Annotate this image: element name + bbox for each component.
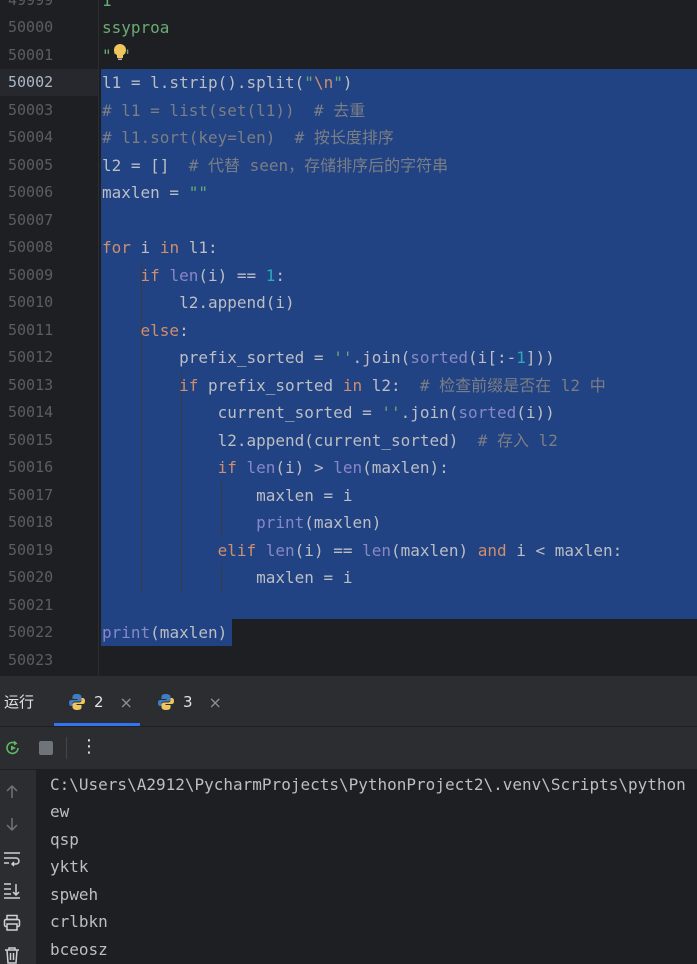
run-tab-label: 2 — [94, 693, 104, 711]
code-line[interactable]: 1 — [102, 0, 112, 14]
console-line: ew — [50, 802, 70, 821]
line-number: 50013 — [8, 376, 54, 394]
code-line[interactable]: print(maxlen) — [102, 619, 227, 646]
line-number: 50005 — [8, 156, 54, 174]
line-number: 50008 — [8, 238, 54, 256]
line-number: 50006 — [8, 183, 54, 201]
console-line: C:\Users\A2912\PycharmProjects\PythonPro… — [50, 775, 686, 794]
line-number: 50010 — [8, 293, 54, 311]
line-number: 50003 — [8, 101, 54, 119]
code-line[interactable]: if len(i) == 1: — [102, 262, 286, 289]
lightbulb-icon[interactable] — [112, 43, 128, 61]
line-number: 50001 — [8, 46, 54, 64]
code-line[interactable]: print(maxlen) — [102, 509, 381, 536]
down-arrow-icon[interactable] — [4, 816, 20, 832]
console-line: yktk — [50, 857, 89, 876]
run-panel-title: 运行 — [4, 693, 35, 711]
more-options-icon[interactable]: ⋮ — [80, 736, 98, 757]
rerun-icon[interactable] — [4, 739, 22, 757]
close-icon[interactable]: × — [120, 693, 133, 712]
line-number: 49999 — [8, 0, 54, 9]
code-line[interactable]: l2.append(i) — [102, 289, 295, 316]
run-tab-3[interactable]: 3 × — [157, 686, 222, 718]
line-number: 50004 — [8, 128, 54, 146]
code-line[interactable]: current_sorted = ''.join(sorted(i)) — [102, 399, 555, 426]
console-line: bceosz — [50, 940, 108, 959]
console-line: crlbkn — [50, 912, 108, 931]
code-line[interactable]: # l1 = list(set(l1)) # 去重 — [102, 97, 365, 124]
run-tab-label: 3 — [183, 693, 193, 711]
console-side-toolbar — [0, 770, 36, 964]
code-line[interactable]: for i in l1: — [102, 234, 218, 261]
code-line[interactable]: l1 = l.strip().split("\n") — [102, 69, 352, 96]
line-number: 50022 — [8, 623, 54, 641]
code-line[interactable]: l2 = [] # 代替 seen，存储排序后的字符串 — [102, 152, 448, 179]
stop-icon[interactable] — [38, 740, 54, 756]
console-line: qsp — [50, 830, 79, 849]
line-number: 50000 — [8, 18, 54, 36]
code-line[interactable]: l2.append(current_sorted) # 存入 l2 — [102, 427, 558, 454]
line-number: 50021 — [8, 596, 54, 614]
soft-wrap-icon[interactable] — [3, 850, 21, 868]
code-line[interactable]: else: — [102, 317, 189, 344]
python-icon — [69, 694, 85, 710]
code-line[interactable]: maxlen = i — [102, 564, 352, 591]
code-line[interactable]: if len(i) > len(maxlen): — [102, 454, 449, 481]
line-number: 50016 — [8, 458, 54, 476]
line-number: 50009 — [8, 266, 54, 284]
console-output[interactable]: C:\Users\A2912\PycharmProjects\PythonPro… — [36, 770, 697, 964]
code-line[interactable]: prefix_sorted = ''.join(sorted(i[:-1])) — [102, 344, 555, 371]
line-number: 50012 — [8, 348, 54, 366]
code-line[interactable]: maxlen = i — [102, 482, 352, 509]
line-number: 50018 — [8, 513, 54, 531]
line-number: 50020 — [8, 568, 54, 586]
code-line[interactable]: if prefix_sorted in l2: # 检查前缀是否在 l2 中 — [102, 372, 606, 399]
active-tab-indicator — [54, 723, 140, 726]
line-number: 50007 — [8, 211, 54, 229]
line-number: 50019 — [8, 541, 54, 559]
close-icon[interactable]: × — [209, 693, 222, 712]
run-tab-2[interactable]: 2 × — [68, 686, 133, 718]
line-number: 50017 — [8, 486, 54, 504]
trash-icon[interactable] — [3, 946, 21, 964]
print-icon[interactable] — [3, 914, 21, 932]
code-line[interactable]: ssyproa — [102, 14, 169, 41]
scroll-to-end-icon[interactable] — [3, 882, 21, 900]
code-line[interactable]: # l1.sort(key=len) # 按长度排序 — [102, 124, 394, 151]
line-number: 50023 — [8, 651, 54, 669]
line-number: 50014 — [8, 403, 54, 421]
line-number-current: 50002 — [8, 73, 54, 91]
code-editor[interactable]: 49999 50000 50001 50002 50003 50004 5000… — [0, 0, 697, 675]
run-tool-window-header: 运行 2 × 3 × — [0, 675, 697, 727]
run-toolbar: ⋮ — [0, 727, 697, 770]
console-line: spweh — [50, 885, 99, 904]
code-line[interactable]: elif len(i) == len(maxlen) and i < maxle… — [102, 537, 623, 564]
line-number: 50011 — [8, 321, 54, 339]
code-line[interactable]: maxlen = "" — [102, 179, 208, 206]
up-arrow-icon[interactable] — [4, 784, 20, 800]
python-icon — [158, 694, 174, 710]
toolbar-divider — [66, 737, 67, 759]
line-number: 50015 — [8, 431, 54, 449]
